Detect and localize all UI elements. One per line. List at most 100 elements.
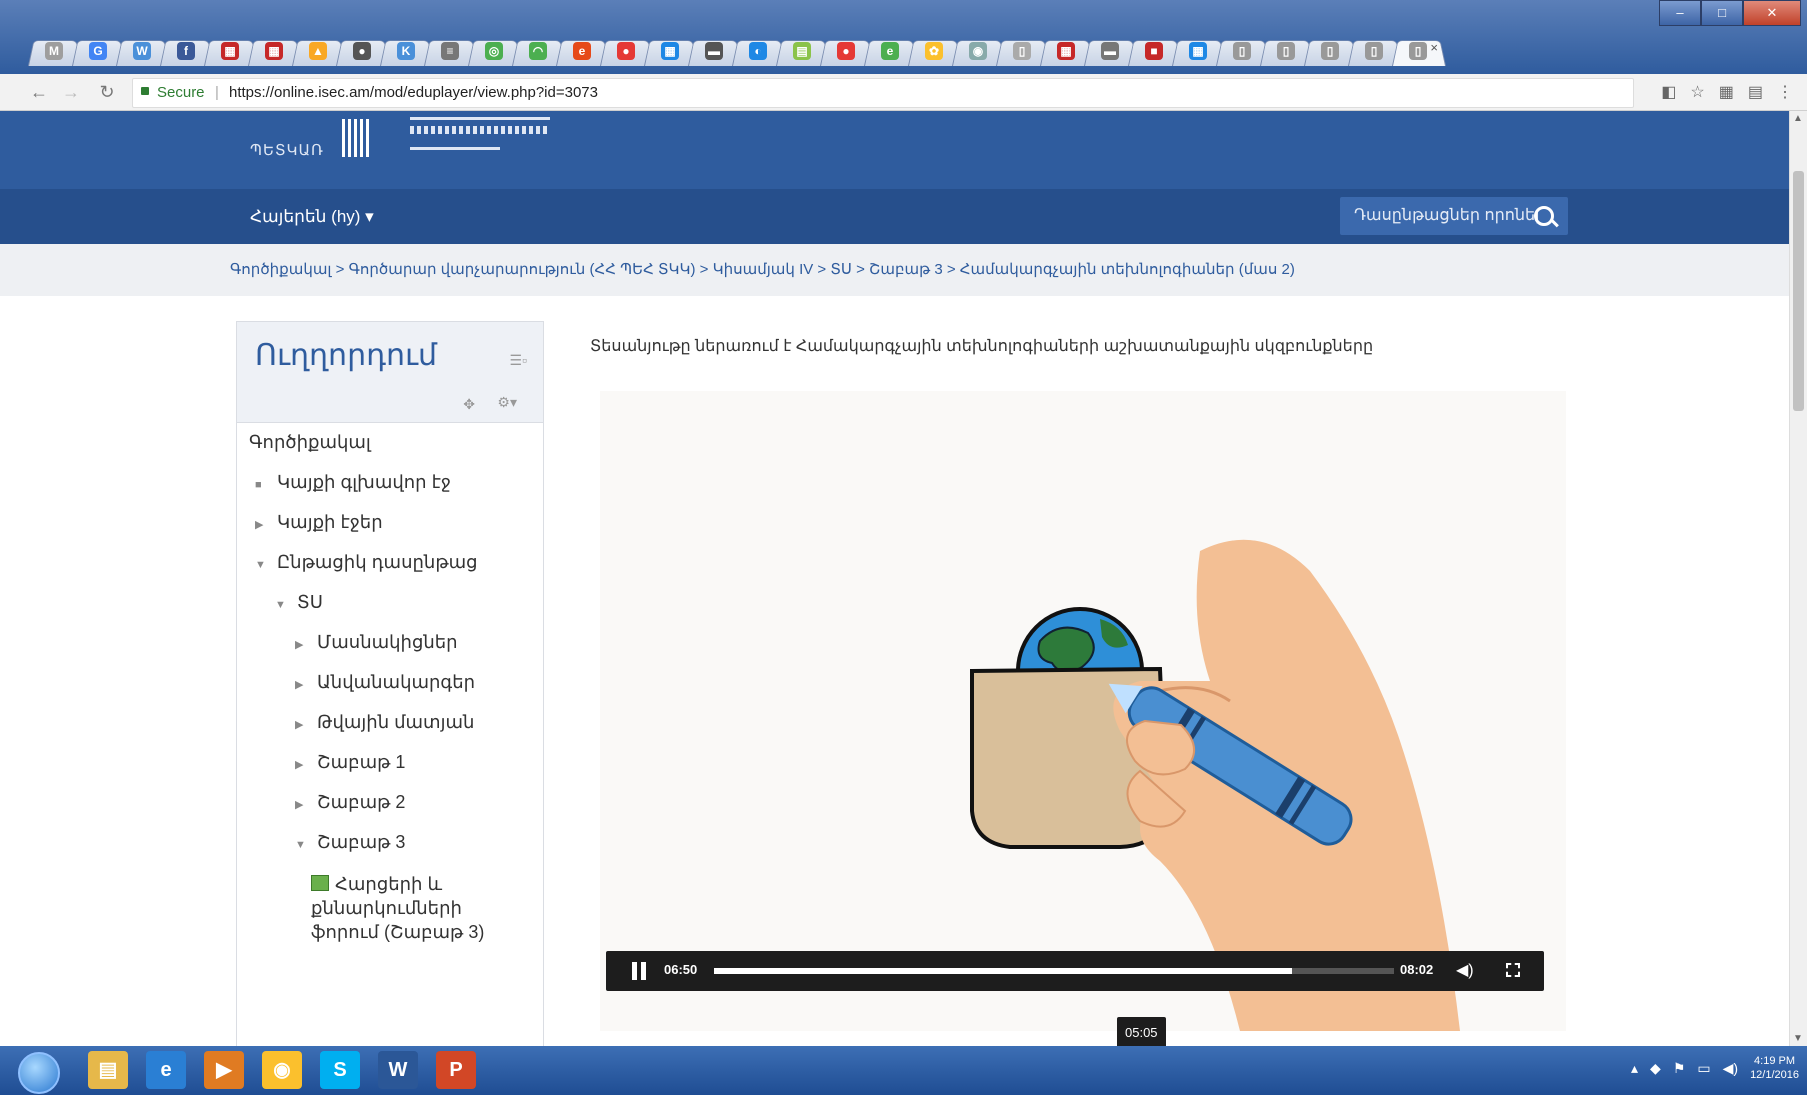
nav-item-label[interactable]: Հարցերի և քննարկումների ֆորում (Շաբաթ 3) <box>311 874 484 942</box>
taskbar-app-icon[interactable]: ▶ <box>204 1051 244 1089</box>
url-text[interactable]: https://online.isec.am/mod/eduplayer/vie… <box>229 79 598 107</box>
show-hidden-icons[interactable]: ▴ <box>1631 1060 1638 1077</box>
reload-button[interactable]: ↻ <box>96 81 118 103</box>
nav-item[interactable]: ■ Կայքի գլխավոր էջ <box>255 472 451 493</box>
favicon-icon: ▦ <box>265 42 283 60</box>
collapsed-arrow-icon[interactable]: ▶ <box>255 518 269 531</box>
nav-item[interactable]: ▼ Ընթացիկ դասընթաց <box>255 552 478 573</box>
search-placeholder: Դասընթացներ որոնել <box>1354 207 1540 224</box>
course-search[interactable]: Դասընթացներ որոնել <box>1340 197 1568 235</box>
nav-item[interactable]: ▶ Թվային մատյան <box>295 712 474 733</box>
nav-item[interactable]: ▶ Մասնակիցներ <box>295 632 458 653</box>
logo[interactable]: ՊԵՏԿԱՌ <box>250 141 324 159</box>
favicon-icon: ▦ <box>661 42 679 60</box>
collapsed-arrow-icon[interactable]: ▶ <box>295 638 309 651</box>
nav-item-label[interactable]: Թվային մատյան <box>317 712 474 732</box>
nav-item[interactable]: Գործիքակալ <box>249 432 371 453</box>
move-icon[interactable]: ✥ <box>463 396 475 413</box>
address-bar[interactable]: Secure | https://online.isec.am/mod/edup… <box>132 78 1634 108</box>
favicon-icon: ▦ <box>221 42 239 60</box>
partner-logo: ▬▬▬▬▬▬▬▬▬ <box>410 117 550 156</box>
nav-item[interactable]: ▶ Կայքի էջեր <box>255 512 383 533</box>
extension-icon[interactable]: ▦ <box>1719 82 1734 102</box>
favicon-icon: f <box>177 42 195 60</box>
nav-item[interactable]: ▶ Անվանակարգեր <box>295 672 475 693</box>
window-close-button[interactable]: ✕ <box>1743 0 1801 26</box>
flag-icon[interactable]: ⚑ <box>1673 1060 1686 1077</box>
volume-icon[interactable]: ◀) <box>1456 960 1474 980</box>
gear-icon[interactable]: ⚙▾ <box>497 394 517 411</box>
nav-item[interactable]: Հարցերի և քննարկումների ֆորում (Շաբաթ 3) <box>311 872 521 944</box>
nav-item[interactable]: ▶ Շաբաթ 2 <box>295 792 405 813</box>
expanded-arrow-icon[interactable]: ▼ <box>295 839 309 851</box>
favicon-icon: ▲ <box>309 42 327 60</box>
extension-icons: ◧ ☆ ▦ ▤ ⋮ <box>1661 82 1793 102</box>
nav-item[interactable]: ▼ Շաբաթ 3 <box>295 832 405 853</box>
nav-item-label[interactable]: Կայքի էջեր <box>277 512 383 532</box>
favicon-icon: ▯ <box>1409 42 1427 60</box>
page-scrollbar[interactable]: ▲ ▼ <box>1789 111 1807 1046</box>
nav-item-label[interactable]: Շաբաթ 2 <box>317 792 405 812</box>
nav-item-label[interactable]: Ընթացիկ դասընթաց <box>277 552 478 572</box>
start-button[interactable] <box>18 1052 60 1094</box>
nav-item-label[interactable]: ՏՍ <box>297 592 323 612</box>
extension-icon[interactable]: ▤ <box>1748 82 1763 102</box>
page: ՊԵՏԿԱՌ ▬▬▬▬▬▬▬▬▬ Հայերեն (hy) ▾ Դասընթաց… <box>0 111 1790 1046</box>
maximize-button[interactable]: □ <box>1701 0 1743 26</box>
nav-item-label[interactable]: Մասնակիցներ <box>317 632 458 652</box>
taskbar-app-icon[interactable]: S <box>320 1051 360 1089</box>
back-button[interactable]: ← <box>28 81 50 103</box>
seek-bar[interactable] <box>714 968 1394 974</box>
bookmark-star-icon[interactable]: ☆ <box>1690 82 1704 102</box>
clock[interactable]: 4:19 PM 12/1/2016 <box>1750 1054 1799 1082</box>
collapsed-arrow-icon[interactable]: ▶ <box>295 678 309 691</box>
taskbar-app-icon[interactable]: W <box>378 1051 418 1089</box>
scrollbar-thumb[interactable] <box>1793 171 1804 411</box>
bullet-icon[interactable]: ■ <box>255 479 269 491</box>
language-menu[interactable]: Հայերեն (hy) ▾ <box>250 207 374 227</box>
taskbar-app-icon[interactable]: P <box>436 1051 476 1089</box>
favicon-icon: ▬ <box>1101 42 1119 60</box>
favicon-icon: ▯ <box>1233 42 1251 60</box>
video-illustration <box>970 539 1460 1031</box>
collapsed-arrow-icon[interactable]: ▶ <box>295 758 309 771</box>
pause-button[interactable] <box>632 962 648 980</box>
expanded-arrow-icon[interactable]: ▼ <box>275 599 289 611</box>
nav-item[interactable]: ▼ ՏՍ <box>275 592 323 613</box>
nav-item-label[interactable]: Անվանակարգեր <box>317 672 475 692</box>
tray-app-icon[interactable]: ◆ <box>1650 1060 1661 1077</box>
scroll-down-arrow[interactable]: ▼ <box>1793 1033 1803 1044</box>
fullscreen-icon[interactable] <box>1506 963 1520 977</box>
speaker-icon[interactable]: ◀) <box>1723 1060 1738 1077</box>
taskbar-apps: ▤ e ▶ ◉ S W P <box>88 1051 476 1089</box>
favicon-icon: ■ <box>1145 42 1163 60</box>
minimize-button[interactable]: – <box>1659 0 1701 26</box>
taskbar-app-icon[interactable]: e <box>146 1051 186 1089</box>
favicon-icon: ▯ <box>1321 42 1339 60</box>
expanded-arrow-icon[interactable]: ▼ <box>255 559 269 571</box>
nav-item-label[interactable]: Շաբաթ 1 <box>317 752 405 772</box>
nav-item-label[interactable]: Գործիքակալ <box>249 432 371 452</box>
forward-button[interactable]: → <box>60 81 82 103</box>
favicon-icon: ▦ <box>1189 42 1207 60</box>
breadcrumb-path[interactable]: Գործիքակալ > Գործարար վարչարարություն (Հ… <box>230 260 1295 278</box>
taskbar-app-icon[interactable]: ▤ <box>88 1051 128 1089</box>
nav-item-label[interactable]: Կայքի գլխավոր էջ <box>277 472 451 492</box>
address-separator: | <box>215 84 219 101</box>
collapsed-arrow-icon[interactable]: ▶ <box>295 718 309 731</box>
navigation-block: Ուղղորդում ☰▫ ✥ ⚙▾ Գործիքակալ ■ Կայքի գլխա… <box>236 321 544 1046</box>
nav-item[interactable]: ▶ Շաբաթ 1 <box>295 752 405 773</box>
extension-icon[interactable]: ◧ <box>1661 82 1676 102</box>
menu-icon[interactable]: ⋮ <box>1777 82 1793 102</box>
video-frame[interactable] <box>600 391 1566 1031</box>
tab-close-icon[interactable]: × <box>1430 40 1438 55</box>
collapsed-arrow-icon[interactable]: ▶ <box>295 798 309 811</box>
taskbar-app-icon[interactable]: ◉ <box>262 1051 302 1089</box>
search-icon[interactable] <box>1534 206 1554 226</box>
favicon-icon: ✿ <box>925 42 943 60</box>
nav-item-label[interactable]: Շաբաթ 3 <box>317 832 405 852</box>
dock-icon[interactable]: ☰▫ <box>509 352 527 369</box>
browser-tab[interactable]: ▯ × <box>1392 32 1446 66</box>
scroll-up-arrow[interactable]: ▲ <box>1793 113 1803 124</box>
network-icon[interactable]: ▭ <box>1697 1060 1710 1077</box>
